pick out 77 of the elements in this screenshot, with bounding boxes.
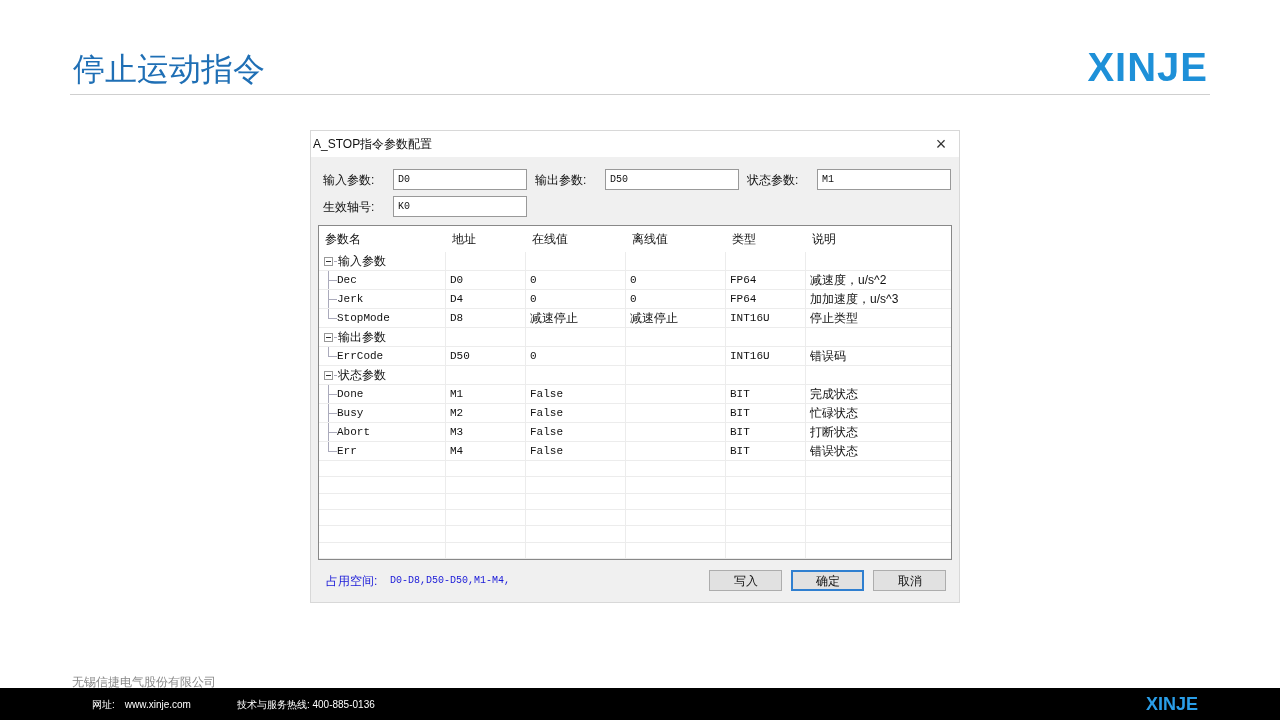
input-field[interactable]: D50 [605, 169, 739, 190]
column-header[interactable]: 地址 [452, 230, 476, 248]
input-field[interactable]: K0 [393, 196, 527, 217]
dialog-button[interactable]: 取消 [873, 570, 946, 591]
tree-node-label[interactable]: Abort [337, 423, 370, 441]
window-title: A_STOP指令参数配置 [313, 136, 433, 153]
dialog-button[interactable]: 确定 [791, 570, 864, 591]
footer-logo: XINJE [1145, 695, 1198, 713]
dialog-button[interactable]: 写入 [709, 570, 782, 591]
address-cell-text: D4 [450, 291, 464, 307]
address-cell-text: D0 [450, 272, 464, 288]
description-cell-text: 打断状态 [810, 424, 858, 441]
tree-node-label[interactable]: Done [337, 385, 364, 403]
type-cell-text: BIT [730, 405, 750, 421]
collapse-icon[interactable] [324, 332, 333, 342]
input-field[interactable]: M1 [817, 169, 951, 190]
tree-node-label[interactable]: ErrCode [337, 347, 384, 365]
tree-node-label[interactable]: Busy [337, 404, 364, 422]
description-cell-text: 错误码 [810, 348, 846, 365]
type-cell-text: INT16U [730, 348, 770, 364]
address-cell-text: D8 [450, 310, 464, 326]
usage-label: 占用空间: [326, 572, 379, 590]
hotline-text: 技术与服务热线: 400-885-0136 [236, 697, 375, 712]
input-field[interactable]: D0 [393, 169, 527, 190]
description-cell-text: 减速度，u/s^2 [810, 272, 887, 289]
online-value-cell-text: 0 [530, 291, 537, 307]
description-cell-text: 忙碌状态 [810, 405, 858, 422]
type-cell-text: BIT [730, 386, 750, 402]
online-value-cell-text: 减速停止 [530, 310, 578, 327]
column-header[interactable]: 离线值 [632, 230, 668, 248]
close-button[interactable]: × [929, 134, 953, 154]
field-label: 输入参数: [323, 171, 376, 189]
website-label: 网址: [92, 697, 115, 712]
description-cell-text: 停止类型 [810, 310, 858, 327]
offline-value-cell-text: 0 [630, 291, 637, 307]
type-cell-text: BIT [730, 443, 750, 459]
address-cell-text: M1 [450, 386, 464, 402]
type-cell-text: FP64 [730, 272, 757, 288]
online-value-cell-text: False [530, 386, 563, 402]
type-cell-text: BIT [730, 424, 750, 440]
address-cell-text: M4 [450, 443, 464, 459]
field-label: 生效轴号: [323, 198, 376, 216]
address-cell-text: D50 [450, 348, 470, 364]
tree-node-label[interactable]: 状态参数 [338, 366, 386, 384]
online-value-cell-text: False [530, 443, 563, 459]
column-header[interactable]: 在线值 [532, 230, 568, 248]
field-label: 输出参数: [535, 171, 588, 189]
description-cell-text: 错误状态 [810, 443, 858, 460]
description-cell-text: 加加速度，u/s^3 [810, 291, 899, 308]
company-name: 无锡信捷电气股份有限公司 [72, 676, 216, 688]
description-cell-text: 完成状态 [810, 386, 858, 403]
online-value-cell-text: False [530, 424, 563, 440]
address-cell-text: M3 [450, 424, 464, 440]
online-value-cell-text: 0 [530, 272, 537, 288]
offline-value-cell-text: 减速停止 [630, 310, 678, 327]
address-cell-text: M2 [450, 405, 464, 421]
tree-node-label[interactable]: Err [337, 442, 357, 460]
column-header[interactable]: 说明 [812, 230, 836, 248]
online-value-cell-text: 0 [530, 348, 537, 364]
tree-node-label[interactable]: 输入参数 [338, 252, 386, 270]
offline-value-cell-text: 0 [630, 272, 637, 288]
type-cell-text: FP64 [730, 291, 757, 307]
tree-node-label[interactable]: Jerk [337, 290, 364, 308]
collapse-icon[interactable] [324, 370, 333, 380]
usage-value: D0-D8,D50-D50,M1-M4, [390, 574, 512, 588]
slide-title: 停止运动指令 [72, 53, 265, 85]
collapse-icon[interactable] [324, 256, 333, 266]
column-header[interactable]: 类型 [732, 230, 756, 248]
online-value-cell-text: False [530, 405, 563, 421]
website-link[interactable]: www.xinje.com [124, 696, 191, 712]
field-label: 状态参数: [747, 171, 800, 189]
tree-node-label[interactable]: Dec [337, 271, 357, 289]
tree-node-label[interactable]: 输出参数 [338, 328, 386, 346]
type-cell-text: INT16U [730, 310, 770, 326]
logo: XINJE [1087, 47, 1208, 87]
tree-node-label[interactable]: StopMode [337, 309, 390, 327]
column-header[interactable]: 参数名 [325, 230, 361, 248]
